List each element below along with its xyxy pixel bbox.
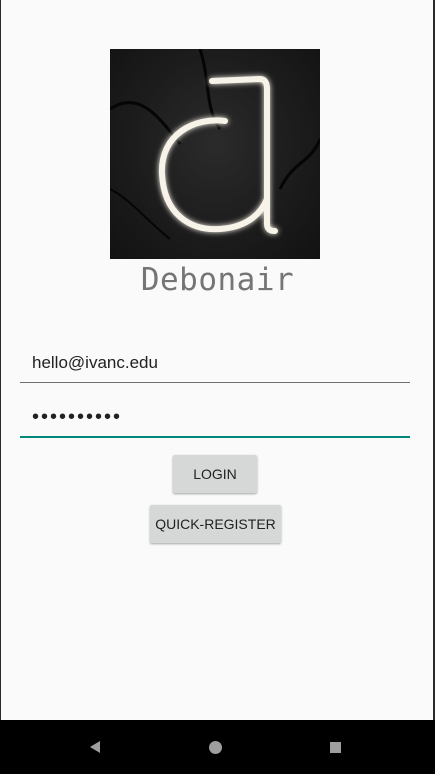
password-field[interactable] [20, 398, 410, 438]
email-field[interactable] [20, 343, 410, 383]
recents-square-icon [329, 741, 341, 753]
home-circle-icon [208, 740, 222, 754]
login-button[interactable]: LOGIN [173, 455, 257, 493]
neon-d-logo [110, 49, 320, 259]
neon-d-logo-icon [110, 49, 320, 240]
app-title: Debonair [140, 262, 295, 298]
screen-edge-left [0, 0, 1, 720]
nav-recents-button[interactable] [305, 720, 365, 774]
quick-register-button[interactable]: QUICK-REGISTER [150, 505, 281, 543]
system-navigation-bar [0, 720, 435, 774]
back-triangle-icon [90, 741, 100, 753]
nav-home-button[interactable] [185, 720, 245, 774]
nav-back-button[interactable] [65, 720, 125, 774]
login-screen: Debonair LOGIN QUICK-REGISTER [0, 0, 435, 774]
